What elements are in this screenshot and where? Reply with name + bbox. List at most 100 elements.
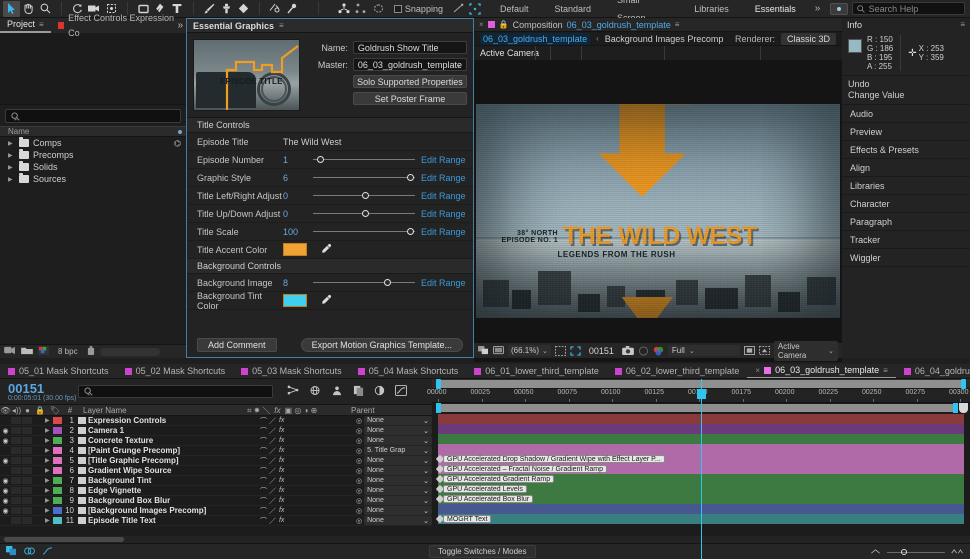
poster-frame-thumbnail[interactable]: EPISODE TITLE xyxy=(193,39,300,111)
layer-name[interactable]: Background Tint xyxy=(88,476,260,485)
layer-parent-cell[interactable]: ◎None⌄ xyxy=(356,496,432,505)
align-left-icon[interactable] xyxy=(353,1,370,17)
layer-color-chip[interactable] xyxy=(53,477,62,484)
panel-menu-icon[interactable]: ≡ xyxy=(39,17,44,32)
layer-name[interactable]: [Title Graphic Precomp] xyxy=(88,456,260,465)
layer-switches[interactable]: ⌒ ／ fx xyxy=(260,426,356,436)
snap-node-icon[interactable] xyxy=(450,1,467,17)
layer-color-chip[interactable] xyxy=(53,497,62,504)
timeline-tab-5[interactable]: 06_02_lower_third_template xyxy=(607,364,748,379)
edit-range-link[interactable]: Edit Range xyxy=(421,191,473,201)
disclosure-triangle-icon[interactable]: ▶ xyxy=(8,176,15,183)
always-preview-icon[interactable] xyxy=(478,346,489,355)
edit-range-link[interactable]: Edit Range xyxy=(421,155,473,165)
layer-name[interactable]: Gradient Wipe Source xyxy=(88,466,260,475)
layer-name[interactable]: Background Box Blur xyxy=(88,496,260,505)
layer-parent-cell[interactable]: ◎None⌄ xyxy=(356,436,432,445)
table-row[interactable]: ▶1Expression Controls⌒ ／ fx◎None⌄ xyxy=(0,416,432,426)
col-parent-header[interactable]: Parent xyxy=(345,405,423,416)
control-value[interactable]: The Wild West xyxy=(283,137,341,147)
col-layer-name-header[interactable]: Layer Name xyxy=(77,405,245,416)
layer-audio-cell[interactable] xyxy=(11,487,21,494)
layer-name[interactable]: [Paint Grunge Precomp] xyxy=(88,446,260,455)
layer-solo-cell[interactable] xyxy=(22,467,32,474)
snapshot-icon[interactable] xyxy=(622,346,634,355)
layer-color-chip[interactable] xyxy=(53,447,62,454)
parent-dropdown[interactable]: None⌄ xyxy=(364,426,432,435)
workspace-overflow-icon[interactable]: » xyxy=(809,3,827,14)
layer-parent-cell[interactable]: ◎None⌄ xyxy=(356,516,432,525)
current-time-indicator[interactable] xyxy=(701,379,702,559)
layer-solo-cell[interactable] xyxy=(22,457,32,464)
pickwhip-icon[interactable]: ◎ xyxy=(356,457,362,465)
show-snapshot-icon[interactable] xyxy=(638,346,649,356)
composition-canvas[interactable]: 38° NORTH EPISODE NO. 1 THE WILD WEST LE… xyxy=(476,104,840,318)
set-poster-frame-button[interactable]: Set Poster Frame xyxy=(353,92,467,105)
layer-switches[interactable]: ⌒ ／ fx xyxy=(260,436,356,446)
brush-tool-icon[interactable] xyxy=(201,1,218,17)
table-row[interactable]: ◉▶2Camera 1⌒ ／ fx◎None⌄ xyxy=(0,426,432,436)
main-viewer-icon[interactable] xyxy=(493,346,504,355)
layer-solo-cell[interactable] xyxy=(22,487,32,494)
layer-visibility-icon[interactable]: ◉ xyxy=(0,477,11,485)
layer-solo-cell[interactable] xyxy=(22,447,32,454)
layer-switches[interactable]: ⌒ ／ fx xyxy=(260,456,356,466)
pickwhip-icon[interactable]: ◎ xyxy=(356,427,362,435)
search-help-input[interactable]: Search Help xyxy=(852,2,965,15)
title-accent-color-swatch[interactable] xyxy=(283,243,307,256)
disclosure-triangle-icon[interactable]: ▶ xyxy=(45,417,53,424)
pickwhip-icon[interactable]: ◎ xyxy=(356,417,362,425)
project-column-header[interactable]: Name xyxy=(0,126,186,137)
table-row[interactable]: ◉▶9Background Box Blur⌒ ／ fx◎None⌄ xyxy=(0,496,432,506)
parent-dropdown[interactable]: None⌄ xyxy=(364,476,432,485)
disclosure-triangle-icon[interactable]: ▶ xyxy=(45,457,53,464)
control-slider[interactable] xyxy=(313,171,415,185)
control-value[interactable]: 0 xyxy=(283,191,313,201)
layer-color-chip[interactable] xyxy=(53,517,62,524)
eyedropper-icon[interactable] xyxy=(321,294,332,308)
snapping-toggle[interactable]: Snapping xyxy=(394,4,443,14)
pickwhip-icon[interactable]: ◎ xyxy=(356,487,362,495)
layer-audio-cell[interactable] xyxy=(11,507,21,514)
layer-parent-cell[interactable]: ◎None⌄ xyxy=(356,506,432,515)
pickwhip-icon[interactable]: ◎ xyxy=(356,437,362,445)
pickwhip-icon[interactable]: ◎ xyxy=(356,497,362,505)
graph-editor-icon[interactable] xyxy=(395,385,407,399)
panel-effects-and-presets[interactable]: Effects & Presets xyxy=(842,141,970,159)
panel-audio[interactable]: Audio xyxy=(842,105,970,123)
layer-audio-cell[interactable] xyxy=(11,477,21,484)
project-tabs-overflow-icon[interactable]: » xyxy=(177,20,183,31)
parent-dropdown[interactable]: None⌄ xyxy=(364,436,432,445)
control-value[interactable]: 100 xyxy=(283,227,313,237)
timeline-tab-0[interactable]: 05_01 Mask Shortcuts xyxy=(0,364,117,379)
region-of-interest-icon[interactable] xyxy=(570,346,581,356)
timeline-zoom-slider[interactable] xyxy=(887,547,945,557)
timeline-tab-4[interactable]: 06_01_lower_third_template xyxy=(466,364,607,379)
table-row[interactable]: ▶11Episode Title Text⌒ ／ fx◎None⌄ xyxy=(0,516,432,526)
close-icon[interactable]: × xyxy=(755,366,760,375)
edit-range-link[interactable]: Edit Range xyxy=(421,209,473,219)
pickwhip-icon[interactable]: ◎ xyxy=(356,447,362,455)
col-solo-icon[interactable]: ● xyxy=(22,405,33,416)
layer-audio-cell[interactable] xyxy=(11,517,21,524)
layer-color-chip[interactable] xyxy=(53,467,62,474)
toggle-switches-modes-button[interactable]: Toggle Switches / Modes xyxy=(429,545,536,558)
layer-audio-cell[interactable] xyxy=(11,417,21,424)
workspace-default[interactable]: Default xyxy=(487,0,542,18)
disclosure-triangle-icon[interactable]: ▶ xyxy=(8,164,15,171)
layer-audio-cell[interactable] xyxy=(11,427,21,434)
current-timecode[interactable]: 00151 xyxy=(585,346,618,356)
disclosure-triangle-icon[interactable]: ▶ xyxy=(8,152,15,159)
hide-shy-layers-icon[interactable] xyxy=(331,385,343,399)
layer-name[interactable]: Camera 1 xyxy=(88,426,260,435)
3d-view-icon[interactable] xyxy=(759,346,770,355)
layer-name[interactable]: [Background Images Precomp] xyxy=(88,506,260,515)
name-input[interactable]: Goldrush Show Title xyxy=(353,41,467,54)
roto-brush-tool-icon[interactable] xyxy=(267,1,284,17)
disclosure-triangle-icon[interactable]: ▶ xyxy=(45,437,53,444)
layer-solo-cell[interactable] xyxy=(22,477,32,484)
grid-guides-icon[interactable] xyxy=(555,346,566,356)
layer-audio-cell[interactable] xyxy=(11,437,21,444)
clone-stamp-tool-icon[interactable] xyxy=(218,1,235,17)
layer-switches[interactable]: ⌒ ／ fx xyxy=(260,496,356,506)
